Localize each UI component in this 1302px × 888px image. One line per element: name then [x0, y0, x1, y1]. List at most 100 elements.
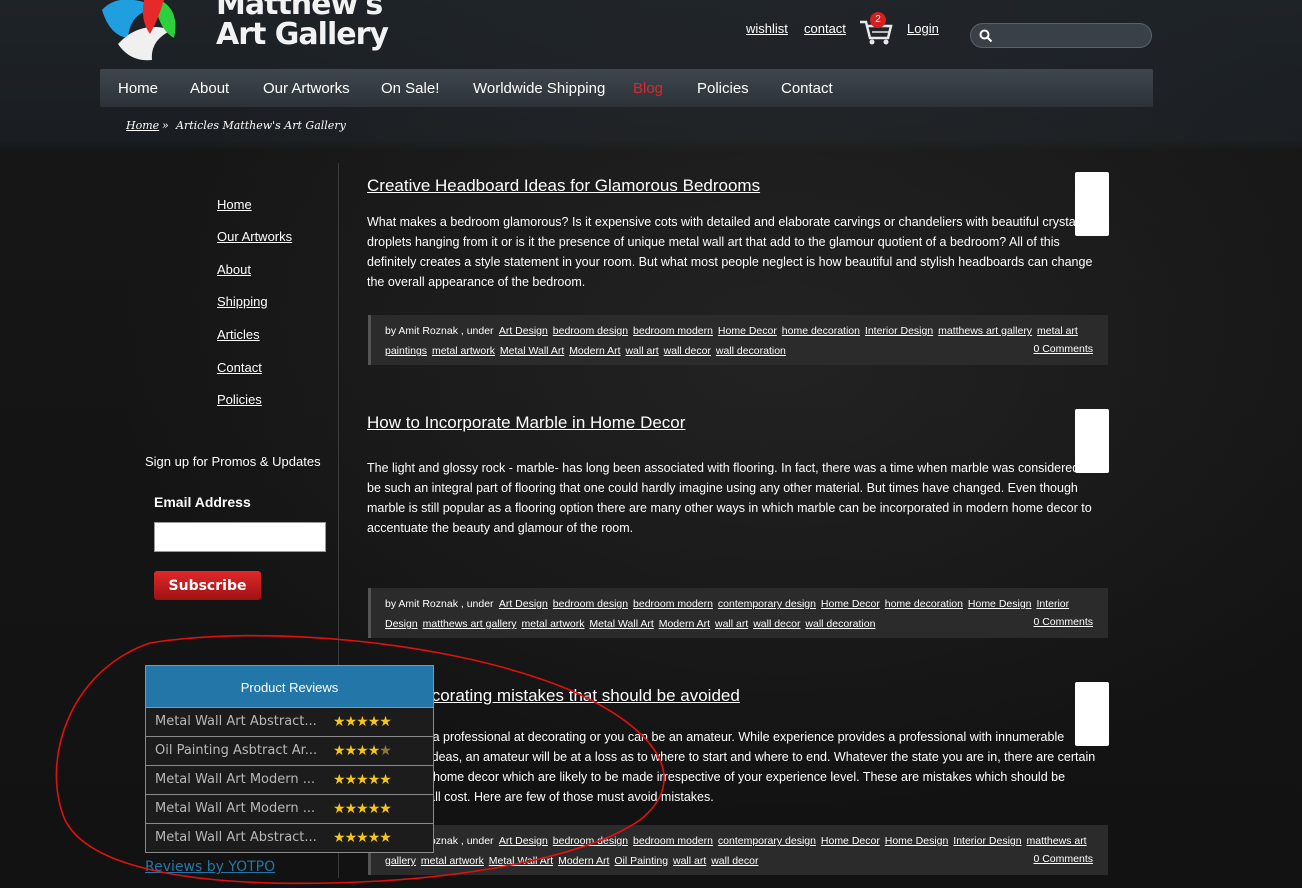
post-tag-link[interactable]: Modern Art	[659, 618, 710, 630]
review-item[interactable]: Metal Wall Art Abstract... ★★★★★	[145, 824, 434, 853]
post-tag-link[interactable]: Modern Art	[569, 345, 620, 357]
nav-blog[interactable]: Blog	[633, 80, 663, 97]
review-product-name: Metal Wall Art Abstract...	[155, 714, 317, 729]
yotpo-link[interactable]: Reviews by YOTPO	[145, 859, 275, 875]
post-tag-link[interactable]: bedroom modern	[633, 325, 713, 337]
nav-home[interactable]: Home	[118, 80, 158, 97]
star-icon: ★	[344, 829, 358, 845]
breadcrumb-current: Articles Matthew's Art Gallery	[176, 119, 346, 132]
login-link[interactable]: Login	[907, 21, 939, 36]
breadcrumb-home[interactable]: Home	[126, 119, 159, 132]
post-tag-link[interactable]: contemporary design	[718, 598, 816, 610]
comments-link[interactable]: 0 Comments	[1033, 612, 1093, 632]
post-tag-link[interactable]: bedroom design	[553, 598, 628, 610]
post-tag-link[interactable]: matthews art gallery	[938, 325, 1032, 337]
post-tag-link[interactable]: contemporary design	[718, 835, 816, 847]
nav-worldwide-shipping[interactable]: Worldwide Shipping	[473, 80, 605, 97]
search-box[interactable]	[970, 23, 1152, 48]
review-item[interactable]: Oil Painting Asbtract Ar... ★★★★★	[145, 737, 434, 766]
post-tag-link[interactable]: Art Design	[499, 325, 548, 337]
search-input[interactable]	[997, 27, 1149, 46]
post-tag-link[interactable]: wall decor	[753, 618, 800, 630]
review-item[interactable]: Metal Wall Art Modern ... ★★★★★	[145, 795, 434, 824]
post-tag-link[interactable]: metal artwork	[421, 855, 484, 867]
star-icon: ★	[333, 713, 346, 729]
nav-on-sale[interactable]: On Sale!	[381, 80, 439, 97]
post-tag-link[interactable]: metal artwork	[521, 618, 584, 630]
post-tag-link[interactable]: bedroom design	[553, 835, 628, 847]
post-tag-link[interactable]: wall art	[715, 618, 748, 630]
post-tag-link[interactable]: Modern Art	[558, 855, 609, 867]
brand-line-2: Art Gallery	[216, 17, 389, 52]
nav-policies[interactable]: Policies	[697, 80, 749, 97]
post-tag-link[interactable]: Home Decor	[821, 598, 880, 610]
post-tag-link[interactable]: bedroom modern	[633, 598, 713, 610]
post-tag-link[interactable]: wall decoration	[716, 345, 786, 357]
post-tag-link[interactable]: Oil Painting	[614, 855, 668, 867]
sidebar-item-policies[interactable]: Policies	[217, 392, 262, 407]
post-tag-link[interactable]: Interior Design	[953, 835, 1021, 847]
sidebar-item-about[interactable]: About	[217, 262, 251, 277]
post-tag-link[interactable]: home decoration	[885, 598, 963, 610]
post-tag-link[interactable]: Metal Wall Art	[589, 618, 653, 630]
post-tag-link[interactable]: Art Design	[499, 835, 548, 847]
post-title[interactable]: Decorating mistakes that should be avoid…	[367, 686, 1109, 706]
sidebar-item-home[interactable]: Home	[217, 197, 252, 212]
post-tag-link[interactable]: wall art	[625, 345, 658, 357]
star-icon: ★	[344, 800, 358, 816]
post-tag-link[interactable]: Metal Wall Art	[500, 345, 564, 357]
rating-stars-icon: ★★★★★	[333, 742, 392, 759]
post-meta: by Amit Roznak , under Art Design bedroo…	[368, 588, 1108, 638]
post-thumbnail[interactable]	[1075, 682, 1109, 746]
sidebar-item-our-artworks[interactable]: Our Artworks	[217, 229, 292, 244]
post-thumbnail[interactable]	[1075, 172, 1109, 236]
review-product-name: Metal Wall Art Modern ...	[155, 772, 316, 787]
post-thumbnail[interactable]	[1075, 409, 1109, 473]
post-title[interactable]: How to Incorporate Marble in Home Decor	[367, 413, 1109, 433]
sidebar-item-shipping[interactable]: Shipping	[217, 294, 268, 309]
post-tag-link[interactable]: Home Design	[885, 835, 949, 847]
sidebar-item-contact[interactable]: Contact	[217, 360, 262, 375]
post-meta: by Amit Roznak , under Art Design bedroo…	[368, 825, 1108, 875]
review-item[interactable]: Metal Wall Art Modern ... ★★★★★	[145, 766, 434, 795]
post-author: by Amit Roznak , under	[385, 325, 494, 337]
brand-name[interactable]: Matthew's Art Gallery	[216, 0, 389, 52]
post-tag-link[interactable]: Home Decor	[718, 325, 777, 337]
post-tag-link[interactable]: home decoration	[782, 325, 860, 337]
nav-contact[interactable]: Contact	[781, 80, 833, 97]
star-icon: ★	[367, 800, 381, 816]
blog-post: Creative Headboard Ideas for Glamorous B…	[367, 172, 1109, 292]
search-icon	[979, 29, 993, 43]
wishlist-link[interactable]: wishlist	[746, 21, 788, 36]
sidebar-item-articles[interactable]: Articles	[217, 327, 260, 342]
post-tag-link[interactable]: metal artwork	[432, 345, 495, 357]
post-tag-link[interactable]: wall art	[673, 855, 706, 867]
review-item[interactable]: Metal Wall Art Abstract... ★★★★★	[145, 708, 434, 737]
star-icon: ★	[356, 742, 369, 758]
cart-count-badge: 2	[870, 12, 886, 28]
post-tag-link[interactable]: wall decoration	[805, 618, 875, 630]
star-icon: ★	[356, 829, 369, 845]
subscribe-button[interactable]: Subscribe	[154, 571, 261, 600]
post-tag-link[interactable]: wall decor	[711, 855, 758, 867]
post-tag-link[interactable]: Metal Wall Art	[489, 855, 553, 867]
post-tag-link[interactable]: Home Design	[968, 598, 1032, 610]
post-tag-link[interactable]: bedroom modern	[633, 835, 713, 847]
post-tag-link[interactable]: Interior Design	[865, 325, 933, 337]
post-tag-link[interactable]: Art Design	[499, 598, 548, 610]
comments-link[interactable]: 0 Comments	[1033, 849, 1093, 869]
post-tag-link[interactable]: Home Decor	[821, 835, 880, 847]
main-nav: Home About Our Artworks On Sale! Worldwi…	[100, 69, 1153, 107]
nav-about[interactable]: About	[190, 80, 229, 97]
post-title[interactable]: Creative Headboard Ideas for Glamorous B…	[367, 176, 1109, 196]
comments-link[interactable]: 0 Comments	[1033, 339, 1093, 359]
post-tag-link[interactable]: bedroom design	[553, 325, 628, 337]
post-tag-link[interactable]: matthews art gallery	[423, 618, 517, 630]
contact-link[interactable]: contact	[804, 21, 846, 36]
post-tag-link[interactable]: wall decor	[664, 345, 711, 357]
star-icon: ★	[367, 742, 381, 758]
review-product-name: Metal Wall Art Abstract...	[155, 830, 317, 845]
email-field[interactable]	[154, 522, 326, 552]
nav-our-artworks[interactable]: Our Artworks	[263, 80, 350, 97]
star-icon: ★	[379, 771, 392, 787]
